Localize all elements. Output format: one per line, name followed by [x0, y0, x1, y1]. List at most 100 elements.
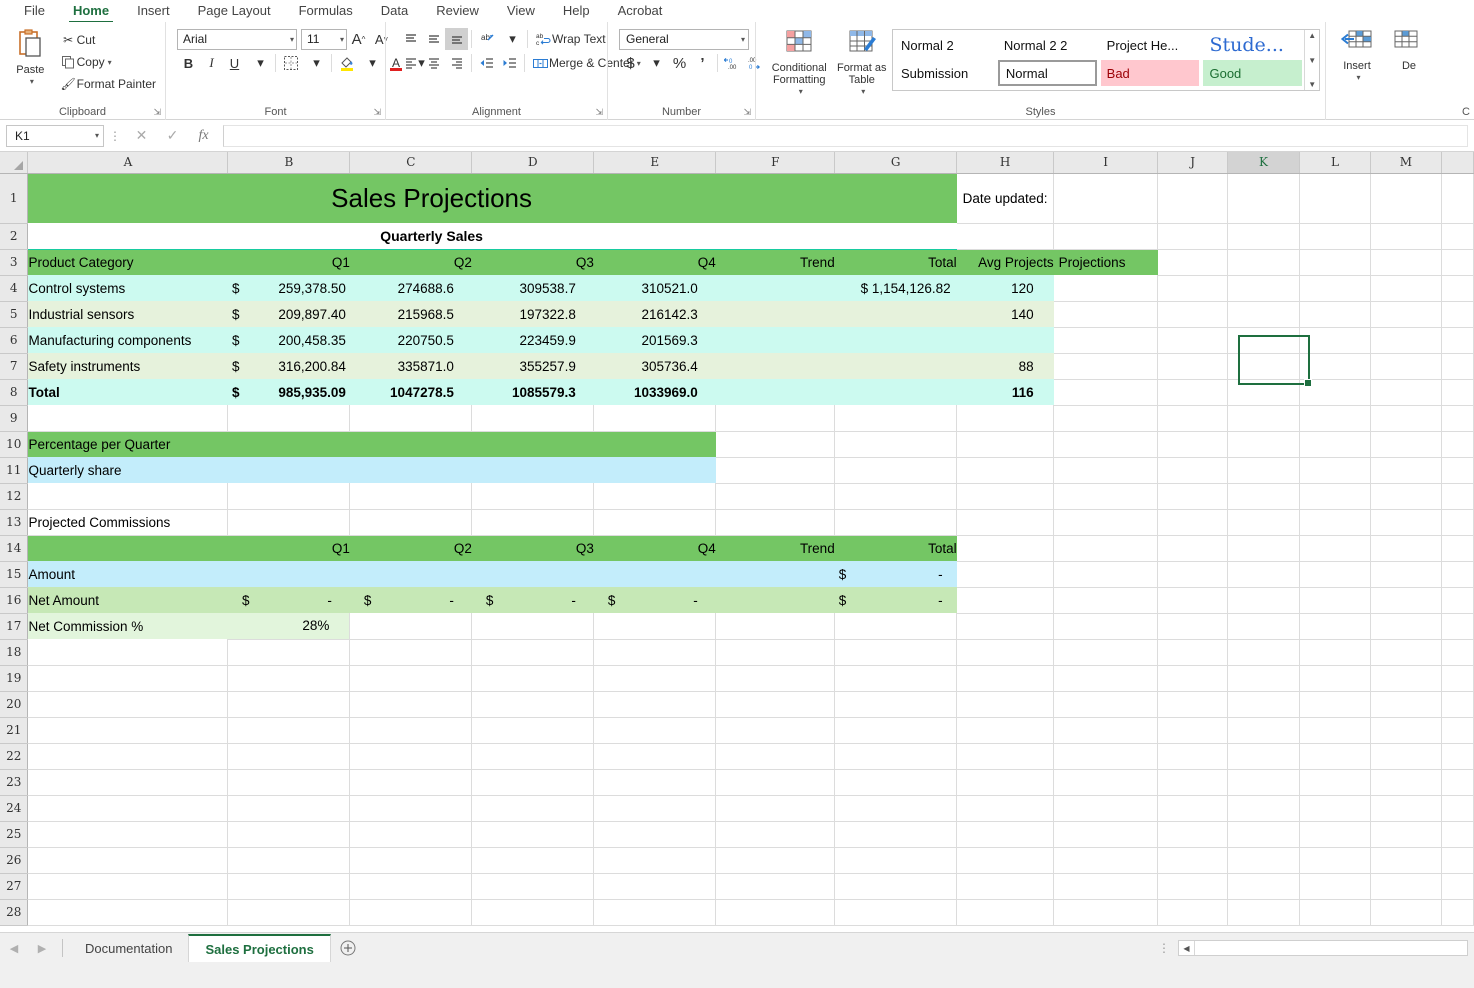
- cell-i1[interactable]: [1053, 173, 1159, 224]
- cell-styles-gallery[interactable]: Normal 2 Submission Normal 2 2 Normal Pr…: [892, 29, 1320, 91]
- cell-m18[interactable]: [1370, 639, 1442, 666]
- row-header-17[interactable]: 17: [0, 613, 29, 640]
- cell-c5-q2[interactable]: 215968.5: [349, 301, 472, 327]
- cell-n18[interactable]: [1441, 639, 1474, 666]
- cell-d5-q3[interactable]: 197322.8: [471, 301, 594, 327]
- insert-function-button[interactable]: fx: [188, 124, 219, 148]
- cell-a23[interactable]: [27, 769, 229, 796]
- cell-i15[interactable]: [1053, 561, 1159, 588]
- cell-j23[interactable]: [1157, 769, 1229, 796]
- cell-n26[interactable]: [1441, 847, 1474, 874]
- style-normal-2-2[interactable]: Normal 2 2: [998, 32, 1097, 58]
- cell-h11[interactable]: [956, 457, 1055, 484]
- scroll-up-icon[interactable]: ▲: [1308, 31, 1316, 40]
- cell-i17[interactable]: [1053, 613, 1159, 640]
- cell-e25[interactable]: [593, 821, 717, 848]
- paste-button[interactable]: Paste ▾: [5, 27, 56, 88]
- name-box[interactable]: K1 ▾: [6, 124, 104, 147]
- align-bottom-button[interactable]: [445, 28, 468, 50]
- column-header-f[interactable]: F: [715, 152, 836, 174]
- cell-j13[interactable]: [1157, 509, 1229, 536]
- cell-l13[interactable]: [1299, 509, 1371, 536]
- th-q2[interactable]: Q2: [349, 248, 472, 275]
- underline-button[interactable]: U: [223, 52, 246, 74]
- cell-g5-total[interactable]: [834, 301, 957, 327]
- cell-k3[interactable]: [1227, 249, 1300, 276]
- cell-h20[interactable]: [956, 691, 1055, 718]
- cell-k25[interactable]: [1227, 821, 1300, 848]
- orientation-button[interactable]: ab: [475, 28, 498, 50]
- increase-indent-button[interactable]: [498, 52, 521, 74]
- cell-i26[interactable]: [1053, 847, 1159, 874]
- cell-a12[interactable]: [27, 483, 229, 510]
- cell-j19[interactable]: [1157, 665, 1229, 692]
- cell-a20[interactable]: [27, 691, 229, 718]
- cell-h15[interactable]: [956, 561, 1055, 588]
- cell-j3[interactable]: [1157, 249, 1229, 276]
- cell-m27[interactable]: [1370, 873, 1442, 900]
- cell-m28[interactable]: [1370, 899, 1442, 926]
- cell-a15-amount-label[interactable]: Amount: [27, 561, 228, 587]
- sheet-tab-sales-projections[interactable]: Sales Projections: [188, 934, 331, 962]
- copy-button[interactable]: Copy ▾: [56, 51, 160, 73]
- cell-c24[interactable]: [349, 795, 473, 822]
- row-header-5[interactable]: 5: [0, 301, 29, 328]
- cell-l8[interactable]: [1299, 379, 1371, 406]
- cell-a8-total-label[interactable]: Total: [27, 379, 228, 405]
- column-header-g[interactable]: G: [834, 152, 958, 174]
- th-comm-total[interactable]: Total: [834, 535, 957, 561]
- cell-n6[interactable]: [1441, 327, 1474, 354]
- cell-m13[interactable]: [1370, 509, 1442, 536]
- cell-l14[interactable]: [1299, 535, 1371, 562]
- cell-n13[interactable]: [1441, 509, 1474, 536]
- cell-n21[interactable]: [1441, 717, 1474, 744]
- cell-j10[interactable]: [1157, 431, 1229, 458]
- cell-j20[interactable]: [1157, 691, 1229, 718]
- cell-n12[interactable]: [1441, 483, 1474, 510]
- cell-m10[interactable]: [1370, 431, 1442, 458]
- chevron-down-icon[interactable]: ▾: [861, 86, 865, 98]
- cell-m17[interactable]: [1370, 613, 1442, 640]
- cell-e26[interactable]: [593, 847, 717, 874]
- cell-h23[interactable]: [956, 769, 1055, 796]
- cell-l19[interactable]: [1299, 665, 1371, 692]
- cell-h21[interactable]: [956, 717, 1055, 744]
- cell-c18[interactable]: [349, 639, 473, 666]
- cell-n1[interactable]: [1441, 173, 1474, 224]
- cell-l15[interactable]: [1299, 561, 1371, 588]
- cell-l23[interactable]: [1299, 769, 1371, 796]
- cell-j11[interactable]: [1157, 457, 1229, 484]
- style-submission[interactable]: Submission: [895, 60, 994, 86]
- cell-a11-quarterly-share[interactable]: Quarterly share: [27, 457, 716, 483]
- cell-e28[interactable]: [593, 899, 717, 926]
- currency-dropdown-icon[interactable]: ▾: [645, 52, 668, 74]
- column-header-partial[interactable]: [1441, 152, 1474, 174]
- cell-a4-category[interactable]: Control systems: [27, 275, 228, 301]
- cell-m3[interactable]: [1370, 249, 1442, 276]
- cell-b12[interactable]: [227, 483, 351, 510]
- cell-e15-amount-q4[interactable]: [593, 561, 716, 587]
- cell-n5[interactable]: [1441, 301, 1474, 328]
- cell-m2[interactable]: [1370, 223, 1442, 250]
- ribbon-tab-review[interactable]: Review: [422, 0, 493, 22]
- cell-g21[interactable]: [834, 717, 958, 744]
- cell-m14[interactable]: [1370, 535, 1442, 562]
- scroll-left-icon[interactable]: ◀: [1179, 941, 1195, 955]
- cell-g20[interactable]: [834, 691, 958, 718]
- confirm-entry-button[interactable]: ✓: [157, 124, 188, 148]
- cell-f22[interactable]: [715, 743, 836, 770]
- row-header-9[interactable]: 9: [0, 405, 29, 432]
- cell-m25[interactable]: [1370, 821, 1442, 848]
- align-top-button[interactable]: [399, 28, 422, 50]
- cell-i12[interactable]: [1053, 483, 1159, 510]
- cell-e19[interactable]: [593, 665, 717, 692]
- cell-m4[interactable]: [1370, 275, 1442, 302]
- cell-h24[interactable]: [956, 795, 1055, 822]
- scroll-down-icon[interactable]: ▼: [1308, 56, 1316, 65]
- row-header-4[interactable]: 4: [0, 275, 29, 302]
- cell-g22[interactable]: [834, 743, 958, 770]
- row-header-15[interactable]: 15: [0, 561, 29, 588]
- row-header-10[interactable]: 10: [0, 431, 29, 458]
- cell-k11[interactable]: [1227, 457, 1300, 484]
- font-size-select[interactable]: 11 ▾: [301, 28, 347, 50]
